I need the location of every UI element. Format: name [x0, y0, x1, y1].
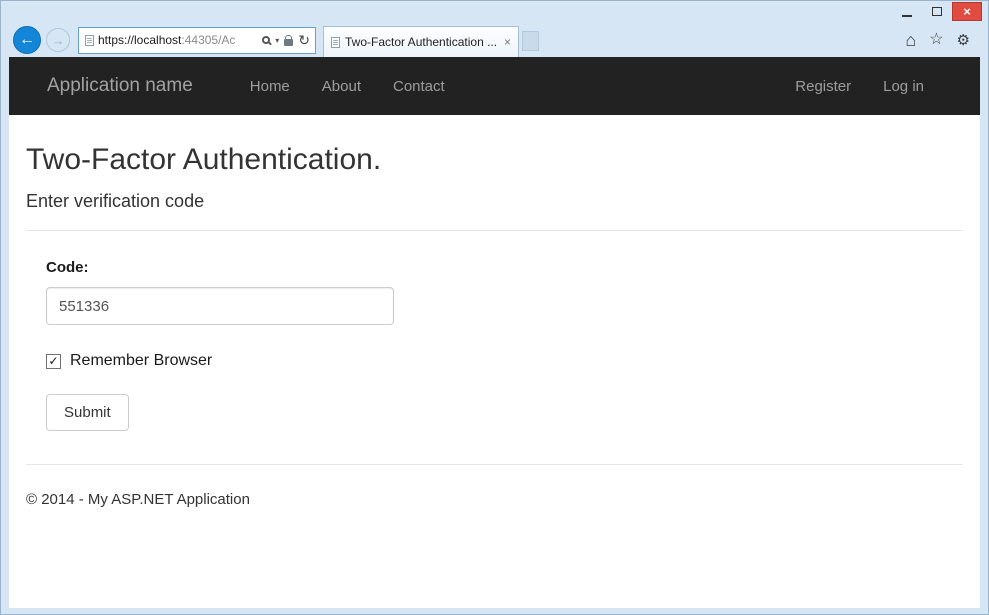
code-label: Code:	[46, 259, 963, 276]
page-title: Two-Factor Authentication.	[26, 143, 963, 177]
back-arrow-icon: ←	[19, 31, 35, 49]
favorites-star-icon[interactable]: ☆	[929, 32, 943, 48]
page-subheading: Enter verification code	[26, 191, 963, 212]
address-bar[interactable]: https://localhost:44305/Ac ▾ ↻	[78, 27, 316, 54]
tab-close-icon[interactable]: ×	[504, 35, 511, 49]
remember-browser-label[interactable]: Remember Browser	[70, 352, 212, 370]
lock-icon	[284, 39, 293, 46]
url-text: https://localhost:44305/Ac	[98, 33, 258, 47]
forward-arrow-icon: →	[52, 33, 65, 48]
checkmark-icon: ✓	[48, 355, 58, 367]
remember-browser-checkbox[interactable]: ✓	[46, 354, 61, 369]
page-icon	[85, 35, 94, 46]
tab-page-icon	[331, 37, 340, 48]
remember-browser-row: ✓ Remember Browser	[46, 352, 963, 370]
submit-button[interactable]: Submit	[46, 394, 129, 431]
maximize-icon	[932, 7, 942, 16]
divider-bottom	[26, 464, 963, 465]
close-button[interactable]: ×	[952, 2, 982, 21]
nav-link-login[interactable]: Log in	[867, 78, 940, 95]
page-viewport: Application name Home About Contact Regi…	[9, 57, 980, 608]
browser-action-icons: ⌂ ☆ ⚙	[905, 31, 970, 49]
tab-title: Two-Factor Authentication ...	[345, 35, 499, 49]
nav-link-about[interactable]: About	[306, 78, 377, 95]
home-icon[interactable]: ⌂	[905, 31, 916, 49]
new-tab-button[interactable]	[522, 31, 539, 51]
minimize-icon	[902, 15, 912, 17]
forward-button[interactable]: →	[46, 28, 70, 52]
window-controls: ×	[892, 2, 982, 21]
navbar-account-links: Register Log in	[779, 78, 940, 95]
maximize-button[interactable]	[922, 2, 952, 21]
navbar-brand[interactable]: Application name	[9, 75, 208, 97]
title-bar: ×	[1, 1, 988, 23]
verification-form: Code: ✓ Remember Browser Submit	[46, 259, 963, 431]
chevron-down-icon[interactable]: ▾	[275, 36, 279, 45]
nav-link-home[interactable]: Home	[234, 78, 306, 95]
refresh-icon[interactable]: ↻	[298, 33, 310, 47]
search-icon[interactable]	[262, 36, 270, 44]
code-input[interactable]	[46, 287, 394, 325]
browser-window: × ← → https://localhost:44305/Ac ▾ ↻ Two…	[0, 0, 989, 615]
browser-tab[interactable]: Two-Factor Authentication ... ×	[323, 26, 519, 57]
nav-link-register[interactable]: Register	[779, 78, 867, 95]
divider-top	[26, 230, 963, 231]
address-bar-icons: ▾ ↻	[262, 33, 310, 47]
page-content: Two-Factor Authentication. Enter verific…	[9, 143, 980, 508]
close-icon: ×	[963, 5, 971, 18]
nav-link-contact[interactable]: Contact	[377, 78, 461, 95]
site-navbar: Application name Home About Contact Regi…	[9, 57, 980, 115]
minimize-button[interactable]	[892, 2, 922, 21]
footer-copyright: © 2014 - My ASP.NET Application	[26, 491, 963, 508]
browser-toolbar: ← → https://localhost:44305/Ac ▾ ↻ Two-F…	[1, 23, 988, 57]
back-button[interactable]: ←	[13, 26, 41, 54]
navbar-links: Home About Contact	[234, 78, 461, 95]
settings-gear-icon[interactable]: ⚙	[957, 33, 970, 48]
